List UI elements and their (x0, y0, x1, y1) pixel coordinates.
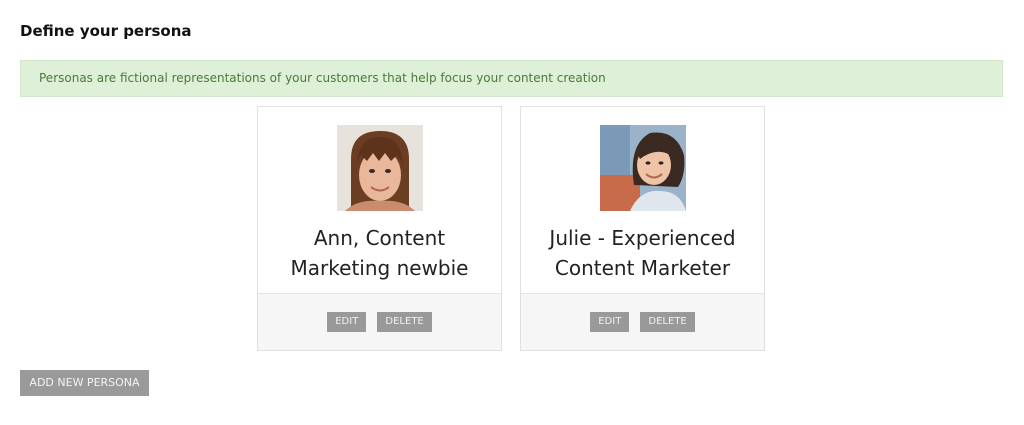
persona-name: Julie - Experienced Content Marketer (549, 226, 736, 280)
persona-avatar (600, 125, 686, 211)
persona-avatar (337, 125, 423, 211)
delete-button[interactable]: DELETE (377, 312, 432, 332)
persona-card: Julie - Experienced Content Marketer EDI… (520, 106, 765, 351)
edit-button[interactable]: EDIT (327, 312, 367, 332)
card-actions: EDIT DELETE (258, 293, 501, 350)
card-actions: EDIT DELETE (521, 293, 764, 350)
persona-name: Ann, Content Marketing newbie (290, 226, 469, 280)
add-new-persona-button[interactable]: ADD NEW PERSONA (20, 370, 149, 396)
edit-button[interactable]: EDIT (590, 312, 630, 332)
info-banner: Personas are fictional representations o… (20, 60, 1003, 97)
delete-button[interactable]: DELETE (640, 312, 695, 332)
page-title: Define your persona (20, 22, 192, 40)
persona-card: Ann, Content Marketing newbie EDIT DELET… (257, 106, 502, 351)
